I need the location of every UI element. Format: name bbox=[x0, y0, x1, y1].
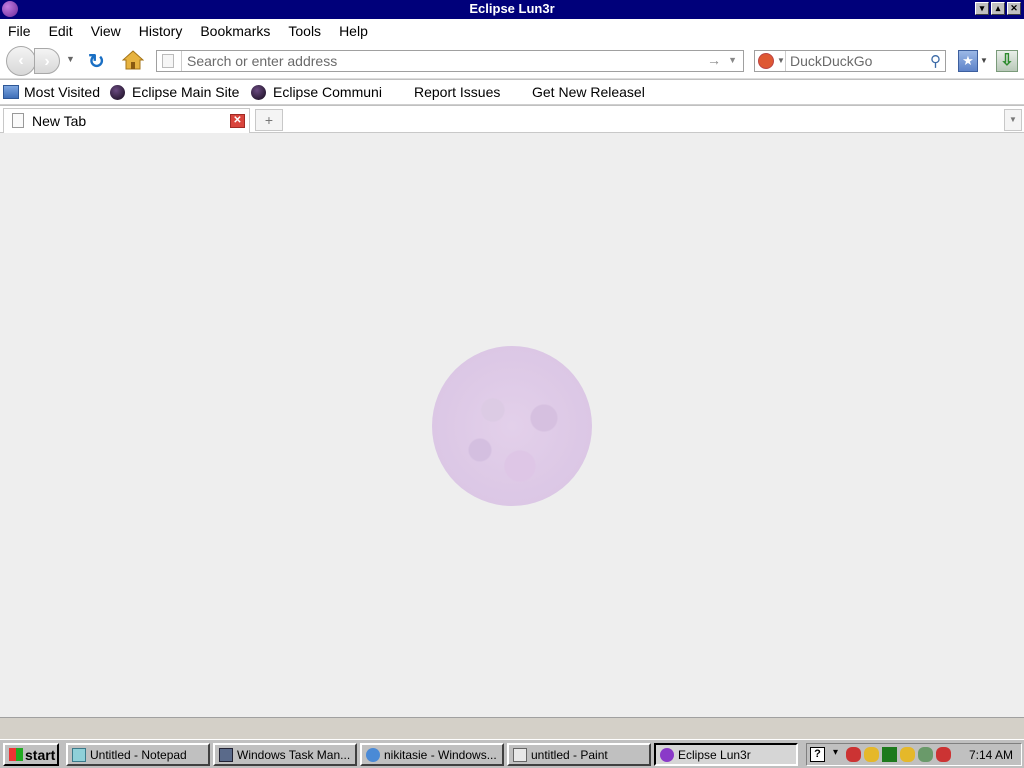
tab-new-tab[interactable]: New Tab ✕ bbox=[3, 108, 250, 133]
window-title: Eclipse Lun3r bbox=[469, 1, 555, 16]
bookmark-star-icon[interactable]: ★ bbox=[958, 50, 978, 72]
tab-label: New Tab bbox=[32, 113, 87, 129]
page-content bbox=[0, 133, 1024, 717]
start-button[interactable]: start bbox=[3, 743, 59, 766]
task-label: Windows Task Man... bbox=[237, 747, 351, 762]
task-label: Eclipse Lun3r bbox=[678, 747, 751, 762]
bookmark-eclipse-main-site[interactable]: Eclipse Main Site bbox=[110, 84, 239, 100]
bookmark-label: Eclipse Communi bbox=[273, 84, 382, 100]
title-bar: Eclipse Lun3r ▾ ▴ ✕ bbox=[0, 0, 1024, 19]
menu-history[interactable]: History bbox=[139, 23, 183, 39]
task-eclipse-lun3r[interactable]: Eclipse Lun3r bbox=[654, 743, 798, 766]
bookmarks-menu-dropdown-icon[interactable]: ▼ bbox=[980, 56, 988, 65]
task-label: untitled - Paint bbox=[531, 747, 608, 762]
security-icon[interactable] bbox=[864, 747, 879, 762]
page-icon bbox=[162, 54, 174, 68]
close-icon[interactable]: ✕ bbox=[230, 114, 245, 128]
menu-view[interactable]: View bbox=[91, 23, 121, 39]
taskbar: start Untitled - Notepad Windows Task Ma… bbox=[0, 739, 1024, 768]
task-label: Untitled - Notepad bbox=[90, 747, 187, 762]
clock[interactable]: 7:14 AM bbox=[969, 748, 1013, 762]
address-separator bbox=[181, 51, 182, 71]
help-icon[interactable]: ? bbox=[810, 747, 825, 762]
search-input[interactable] bbox=[790, 52, 920, 70]
moon-logo bbox=[432, 346, 592, 506]
folder-icon bbox=[3, 85, 19, 99]
network-icon[interactable] bbox=[882, 747, 897, 762]
eclipse-favicon-icon bbox=[251, 84, 266, 100]
downloads-icon[interactable]: ⇩ bbox=[996, 50, 1018, 72]
bookmark-eclipse-community[interactable]: Eclipse Communi bbox=[251, 84, 382, 100]
eclipse-app-icon bbox=[660, 747, 674, 762]
task-windows-explorer[interactable]: nikitasie - Windows... bbox=[360, 743, 504, 766]
duckduckgo-engine-icon[interactable] bbox=[758, 53, 774, 69]
back-icon: ‹ bbox=[18, 52, 24, 69]
reload-icon[interactable]: ↻ bbox=[88, 49, 105, 74]
windows-logo-icon bbox=[9, 748, 23, 761]
language-icon[interactable]: ▾ bbox=[828, 747, 843, 762]
status-bar bbox=[0, 717, 1024, 739]
home-icon[interactable] bbox=[122, 50, 144, 70]
address-bar[interactable]: → ▼ bbox=[156, 50, 744, 72]
page-icon bbox=[12, 113, 24, 128]
eclipse-favicon-icon bbox=[110, 84, 125, 100]
shield-icon[interactable] bbox=[936, 747, 951, 762]
menu-bar: File Edit View History Bookmarks Tools H… bbox=[0, 19, 1024, 42]
address-input[interactable] bbox=[187, 52, 687, 70]
address-history-dropdown-icon[interactable]: ▼ bbox=[728, 55, 737, 65]
bookmark-label: Eclipse Main Site bbox=[132, 84, 240, 100]
search-separator bbox=[785, 51, 786, 71]
bookmark-get-new-release[interactable]: Get New Releasel bbox=[532, 84, 645, 100]
menu-tools[interactable]: Tools bbox=[288, 23, 321, 39]
back-button[interactable]: ‹ bbox=[6, 46, 36, 76]
menu-edit[interactable]: Edit bbox=[49, 23, 73, 39]
bookmarks-toolbar: Most Visited Eclipse Main Site Eclipse C… bbox=[0, 80, 1024, 105]
shield-icon[interactable] bbox=[900, 747, 915, 762]
plus-icon[interactable]: + bbox=[255, 109, 283, 131]
window-controls: ▾ ▴ ✕ bbox=[975, 2, 1021, 15]
tab-strip: New Tab ✕ + ▼ bbox=[0, 106, 1024, 133]
bookmark-label: Report Issues bbox=[414, 84, 501, 100]
bookmark-label: Most Visited bbox=[24, 84, 100, 100]
history-dropdown-icon[interactable]: ▼ bbox=[66, 54, 75, 64]
restore-button[interactable]: ▴ bbox=[991, 2, 1005, 15]
menu-help[interactable]: Help bbox=[339, 23, 368, 39]
forward-button[interactable]: › bbox=[34, 48, 60, 74]
search-bar[interactable]: ▼ ⚲ bbox=[754, 50, 946, 72]
notepad-icon bbox=[72, 747, 86, 762]
forward-icon: › bbox=[44, 53, 50, 70]
bookmark-report-issues[interactable]: Report Issues bbox=[414, 84, 500, 100]
navigation-toolbar: ‹ › ▼ ↻ → ▼ ▼ ⚲ ★ ▼ ⇩ bbox=[0, 42, 1024, 79]
close-button[interactable]: ✕ bbox=[1007, 2, 1021, 15]
bookmark-label: Get New Releasel bbox=[532, 84, 645, 100]
task-manager-icon bbox=[219, 747, 233, 762]
go-arrow-icon[interactable]: → bbox=[707, 52, 721, 68]
start-label: start bbox=[25, 746, 56, 763]
task-paint[interactable]: untitled - Paint bbox=[507, 743, 651, 766]
shield-icon[interactable] bbox=[846, 747, 861, 762]
menu-file[interactable]: File bbox=[8, 23, 31, 39]
system-tray: ? ▾ 7:14 AM bbox=[806, 743, 1022, 766]
task-notepad[interactable]: Untitled - Notepad bbox=[66, 743, 210, 766]
update-icon[interactable] bbox=[918, 747, 933, 762]
engine-dropdown-icon[interactable]: ▼ bbox=[777, 56, 785, 65]
minimize-button[interactable]: ▾ bbox=[975, 2, 989, 15]
search-icon[interactable]: ⚲ bbox=[930, 52, 941, 70]
task-label: nikitasie - Windows... bbox=[384, 747, 497, 762]
bookmark-most-visited[interactable]: Most Visited bbox=[3, 84, 100, 100]
tab-list-dropdown-icon[interactable]: ▼ bbox=[1004, 109, 1022, 131]
paint-icon bbox=[513, 747, 527, 762]
menu-bookmarks[interactable]: Bookmarks bbox=[200, 23, 270, 39]
task-task-manager[interactable]: Windows Task Man... bbox=[213, 743, 357, 766]
ie-icon bbox=[366, 747, 380, 762]
